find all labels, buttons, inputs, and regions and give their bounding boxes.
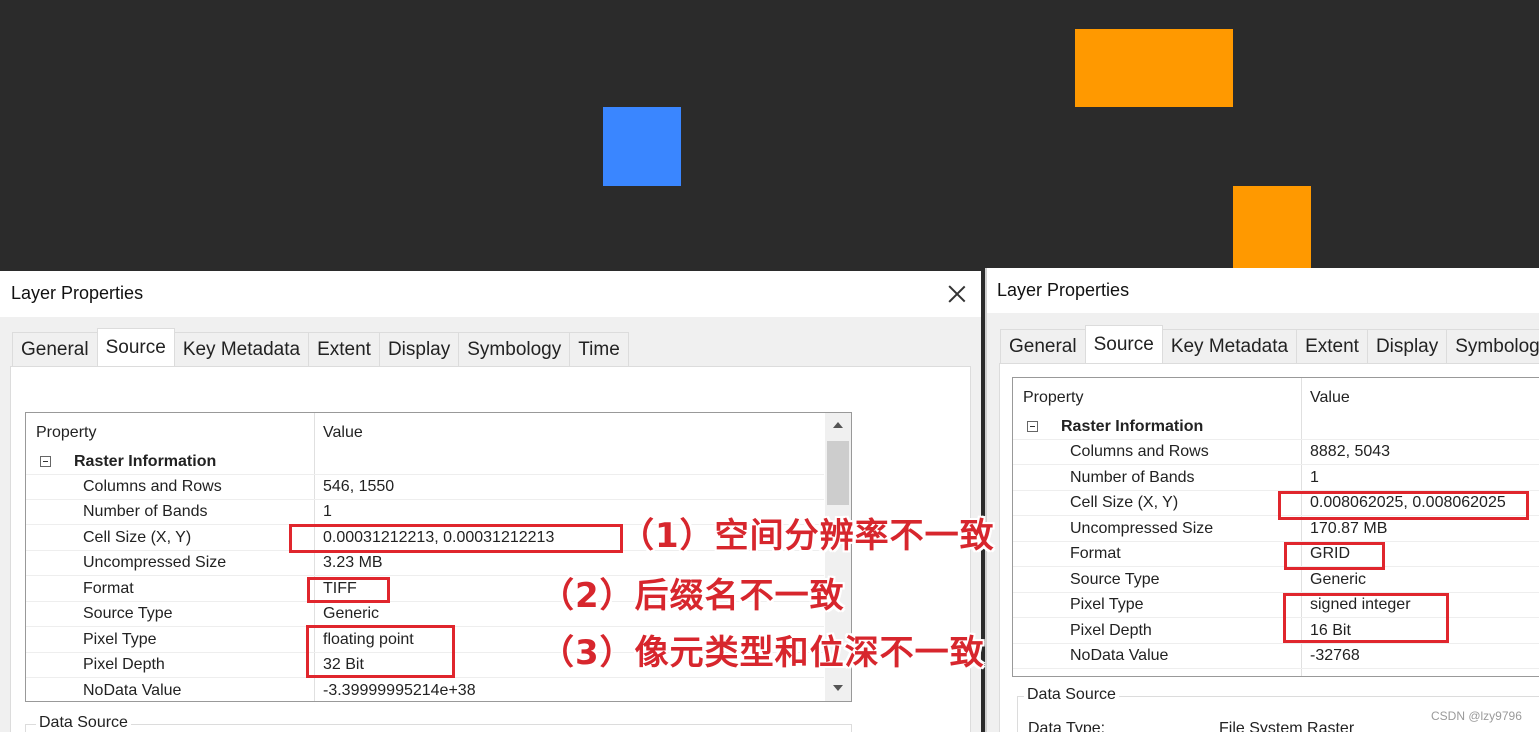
collapse-icon[interactable] <box>40 456 51 467</box>
scroll-up-icon[interactable] <box>833 422 843 428</box>
group-row[interactable]: Raster Information <box>1013 415 1539 440</box>
table-row[interactable]: Number of Bands 1 <box>1013 466 1539 491</box>
highlight-left-pixel <box>306 625 455 678</box>
row-key: Format <box>1070 545 1121 562</box>
table-row[interactable]: Columns and Rows 8882, 5043 <box>1013 440 1539 465</box>
group-row[interactable]: Raster Information <box>26 450 824 475</box>
highlight-right-cell-size <box>1278 491 1529 520</box>
data-source-label: Data Source <box>36 714 131 732</box>
dialog-title: Layer Properties <box>997 280 1130 300</box>
tab-time[interactable]: Time <box>569 332 629 366</box>
row-key: NoData Value <box>1070 647 1169 664</box>
annotation-3: （3）像元类型和位深不一致 <box>540 633 985 673</box>
row-key: Number of Bands <box>83 503 208 520</box>
table-row[interactable]: Pixel Type signed integer <box>1013 593 1539 618</box>
row-key: Pixel Type <box>1070 596 1144 613</box>
tab-bar: General Source Key Metadata Extent Displ… <box>1000 325 1539 363</box>
tab-display[interactable]: Display <box>378 332 460 366</box>
row-value: 8882, 5043 <box>1310 443 1391 460</box>
row-key: NoData Value <box>83 682 182 699</box>
dialog-title: Layer Properties <box>11 283 144 303</box>
group-label: Raster Information <box>74 453 217 470</box>
tab-general[interactable]: General <box>12 332 98 366</box>
row-key: Columns and Rows <box>1070 443 1209 460</box>
property-grid: Property Value Raster Information Column… <box>1012 377 1539 677</box>
highlight-left-format <box>307 577 390 603</box>
table-row[interactable]: Source Type Generic <box>1013 568 1539 593</box>
scroll-thumb[interactable] <box>827 441 849 505</box>
tab-general[interactable]: General <box>1000 329 1086 363</box>
blue-square <box>603 107 681 186</box>
annotation-1: （1）空间分辨率不一致 <box>620 516 995 556</box>
data-type-label: Data Type: <box>1028 720 1106 732</box>
tab-symbology[interactable]: Symbology <box>458 332 571 366</box>
row-key: Number of Bands <box>1070 469 1195 486</box>
data-source-label: Data Source <box>1024 686 1119 704</box>
tab-symbology[interactable]: Symbology <box>1446 329 1539 363</box>
value-header: Value <box>1310 389 1350 406</box>
row-value: 1 <box>1310 469 1319 486</box>
property-header: Property <box>36 424 97 441</box>
orange-rect <box>1075 29 1233 107</box>
row-value: 546, 1550 <box>323 478 395 495</box>
highlight-left-cell-size <box>289 524 623 553</box>
table-row[interactable]: NoData Value -3.39999995214e+38 <box>26 679 824 701</box>
row-key: Source Type <box>1070 571 1160 588</box>
annotation-2: （2）后缀名不一致 <box>540 576 845 616</box>
tab-source[interactable]: Source <box>96 328 175 366</box>
row-value: 1 <box>323 503 332 520</box>
tab-source[interactable]: Source <box>1084 325 1163 363</box>
table-row[interactable]: NoData Value -32768 <box>1013 644 1539 669</box>
tab-extent[interactable]: Extent <box>1296 329 1368 363</box>
row-key: Columns and Rows <box>83 478 222 495</box>
row-value: Generic <box>323 605 380 622</box>
table-row[interactable]: Columns and Rows 546, 1550 <box>26 475 824 500</box>
row-key: Cell Size (X, Y) <box>83 529 192 546</box>
tab-key-metadata[interactable]: Key Metadata <box>1161 329 1298 363</box>
table-row[interactable]: Format GRID <box>1013 542 1539 567</box>
row-key: Cell Size (X, Y) <box>1070 494 1179 511</box>
scroll-down-icon[interactable] <box>833 685 843 691</box>
row-value: -32768 <box>1310 647 1360 664</box>
source-panel: Property Value Raster Information Column… <box>999 363 1539 732</box>
row-key: Pixel Depth <box>1070 622 1152 639</box>
property-header: Property <box>1023 389 1084 406</box>
row-key: Uncompressed Size <box>83 554 227 571</box>
table-row[interactable]: Uncompressed Size 170.87 MB <box>1013 517 1539 542</box>
tab-bar: General Source Key Metadata Extent Displ… <box>12 328 629 366</box>
data-type-value: File System Raster <box>1219 720 1355 732</box>
orange-square <box>1233 186 1311 268</box>
tab-display[interactable]: Display <box>1366 329 1448 363</box>
row-key: Uncompressed Size <box>1070 520 1214 537</box>
close-icon[interactable] <box>948 285 966 303</box>
watermark: CSDN @lzy9796 <box>1431 709 1522 723</box>
highlight-right-format <box>1284 542 1385 570</box>
row-value: -3.39999995214e+38 <box>323 682 476 699</box>
row-value: 170.87 MB <box>1310 520 1388 537</box>
row-key: Source Type <box>83 605 173 622</box>
tab-extent[interactable]: Extent <box>308 332 380 366</box>
row-key: Pixel Depth <box>83 656 165 673</box>
row-value: 3.23 MB <box>323 554 383 571</box>
row-key: Format <box>83 580 134 597</box>
group-label: Raster Information <box>1061 418 1204 435</box>
value-header: Value <box>323 424 363 441</box>
highlight-right-pixel <box>1283 593 1449 643</box>
table-row[interactable]: Pixel Depth 16 Bit <box>1013 619 1539 644</box>
row-key: Pixel Type <box>83 631 157 648</box>
data-source-group <box>25 724 852 732</box>
row-value: Generic <box>1310 571 1367 588</box>
collapse-icon[interactable] <box>1027 421 1038 432</box>
tab-key-metadata[interactable]: Key Metadata <box>173 332 310 366</box>
